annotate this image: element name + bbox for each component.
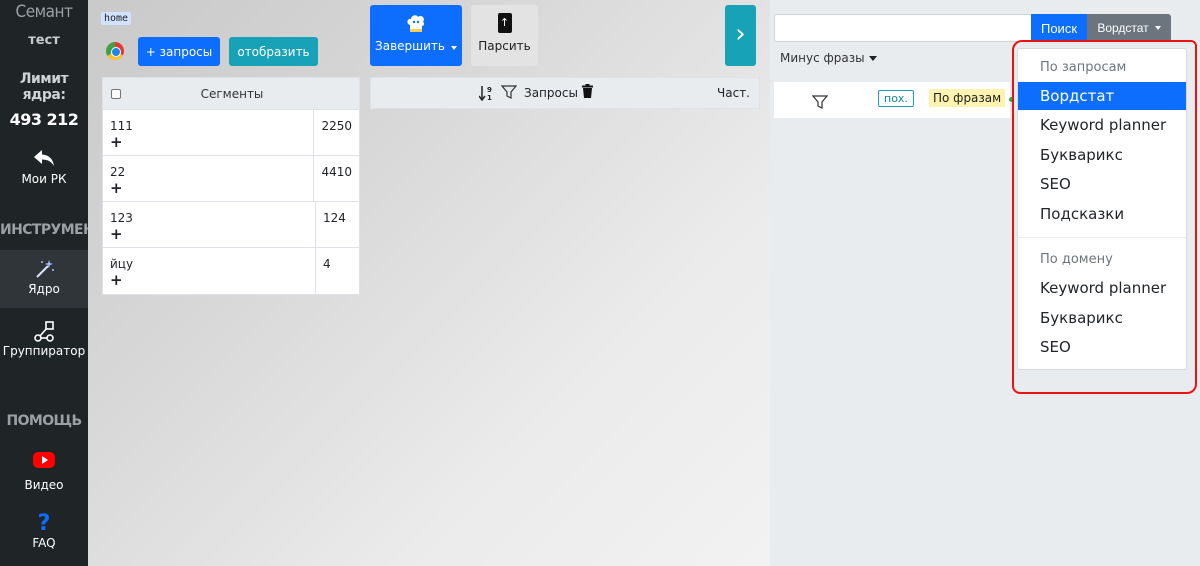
show-button[interactable]: отобразить [229, 37, 318, 66]
help-section-label: ПОМОЩЬ [6, 413, 82, 429]
sort-numeric-icon[interactable]: 91 [478, 85, 495, 104]
finish-button[interactable]: Завершить [370, 5, 462, 66]
dropdown-item-wordstat[interactable]: Вордстат [1018, 82, 1186, 110]
project-name: тест [28, 33, 60, 48]
by-phrases-tag[interactable]: По фразам [929, 89, 1006, 107]
minus-phrases-label: Минус фразы [780, 51, 865, 65]
caret-down-icon [868, 56, 877, 61]
sidebar-item-core[interactable]: Ядро [0, 250, 88, 308]
dropdown-header-domain: По домену [1040, 252, 1113, 267]
dropdown-item-bukvariks[interactable]: Букварикс [1018, 141, 1186, 169]
graph-nodes-icon [0, 320, 88, 344]
dropdown-divider [1018, 370, 1186, 371]
segment-value: 2250 [321, 119, 352, 133]
status-dot [1009, 97, 1014, 102]
chevron-down-icon [450, 46, 457, 50]
plus-icon[interactable]: + [110, 273, 308, 288]
dropdown-item-seo[interactable]: SEO [1018, 170, 1186, 198]
table-row[interactable]: 111 + 2250 [103, 110, 359, 156]
source-label: Вордстат [1097, 21, 1149, 35]
dropdown-divider [1018, 237, 1186, 238]
next-panel-button[interactable]: › [725, 5, 756, 66]
filter-icon[interactable] [811, 94, 829, 114]
brand-logo[interactable]: Семант [0, 2, 88, 22]
dropdown-item-domain-keyword-planner[interactable]: Keyword planner [1018, 274, 1186, 302]
segment-name: 123 [110, 211, 133, 225]
sidebar-item-video[interactable]: Видео [0, 450, 88, 492]
queries-table-header: 91 Запросы Част. [370, 77, 760, 109]
table-row[interactable]: йцу + 4 [103, 248, 359, 294]
limit-value: 493 212 [9, 110, 79, 129]
search-input[interactable] [774, 14, 1031, 42]
tools-section-label: ИНСТРУМЕНТЫ [0, 222, 88, 238]
segment-value: 4 [323, 257, 331, 271]
table-row[interactable]: 123 + 124 [103, 202, 359, 248]
parse-button[interactable]: ↑ Парсить [471, 5, 538, 66]
youtube-icon [0, 450, 88, 474]
svg-text:9: 9 [487, 86, 492, 94]
plus-icon[interactable]: + [110, 227, 308, 242]
reply-arrow-icon [0, 148, 88, 172]
chevron-down-icon [1154, 26, 1161, 30]
parse-label: Парсить [478, 39, 531, 53]
segments-table: Сегменты 111 + 2250 22 + 4410 123 + 124 йцу… [102, 77, 360, 295]
queries-header-label: Запросы [524, 86, 578, 100]
plus-icon[interactable]: + [110, 135, 306, 150]
magic-wand-icon [0, 258, 88, 282]
sidebar-item-label: FAQ [32, 536, 56, 550]
select-all-checkbox[interactable] [111, 88, 121, 99]
sidebar-item-label: Мои РК [21, 172, 67, 186]
chef-hat-icon [405, 13, 427, 35]
segments-header-label: Сегменты [200, 86, 264, 101]
source-dropdown-button[interactable]: Вордстат [1087, 14, 1171, 42]
sidebar: Семант тест Лимит ядра: 493 212 Мои РК И… [0, 0, 88, 566]
segment-value: 4410 [321, 165, 352, 179]
minus-phrases-toggle[interactable]: Минус фразы [780, 51, 877, 65]
sidebar-item-grouper[interactable]: Группиратор [0, 320, 88, 358]
segments-table-header: Сегменты [103, 78, 359, 110]
plus-icon[interactable]: + [110, 181, 306, 196]
upload-file-icon: ↑ [497, 13, 512, 33]
limit-label: Лимит ядра: [19, 71, 69, 103]
sidebar-item-my-rk[interactable]: Мои РК [0, 148, 88, 186]
similar-tag[interactable]: пох. [878, 90, 914, 107]
dropdown-item-domain-bukvariks[interactable]: Букварикс [1018, 304, 1186, 332]
home-badge[interactable]: home [101, 12, 132, 25]
add-queries-button[interactable]: + запросы [138, 37, 220, 66]
dropdown-item-suggestions[interactable]: Подсказки [1018, 200, 1186, 228]
source-dropdown-menu: По запросам Вордстат Keyword planner Бук… [1017, 48, 1187, 371]
filter-icon[interactable] [500, 84, 518, 103]
svg-text:1: 1 [487, 94, 492, 101]
segment-name: йцу [110, 257, 134, 271]
search-button[interactable]: Поиск [1031, 14, 1087, 42]
sidebar-item-label: Видео [24, 478, 64, 492]
segment-name: 111 [110, 119, 133, 133]
sidebar-item-label: Группиратор [2, 344, 86, 358]
question-mark-icon: ? [37, 511, 51, 536]
chevron-right-icon: › [735, 19, 746, 49]
browser-icon[interactable] [106, 42, 124, 60]
finish-label: Завершить [375, 39, 445, 53]
sidebar-item-label: Ядро [28, 282, 60, 296]
segment-value: 124 [323, 211, 346, 225]
frequency-header-label: Част. [717, 86, 750, 100]
dropdown-item-domain-seo[interactable]: SEO [1018, 333, 1186, 361]
sidebar-item-faq[interactable]: ? FAQ [0, 511, 88, 551]
segment-name: 22 [110, 165, 126, 179]
table-row[interactable]: 22 + 4410 [103, 156, 359, 202]
trash-icon[interactable] [582, 84, 593, 98]
dropdown-header-queries: По запросам [1040, 60, 1127, 75]
dropdown-item-keyword-planner[interactable]: Keyword planner [1018, 111, 1186, 139]
